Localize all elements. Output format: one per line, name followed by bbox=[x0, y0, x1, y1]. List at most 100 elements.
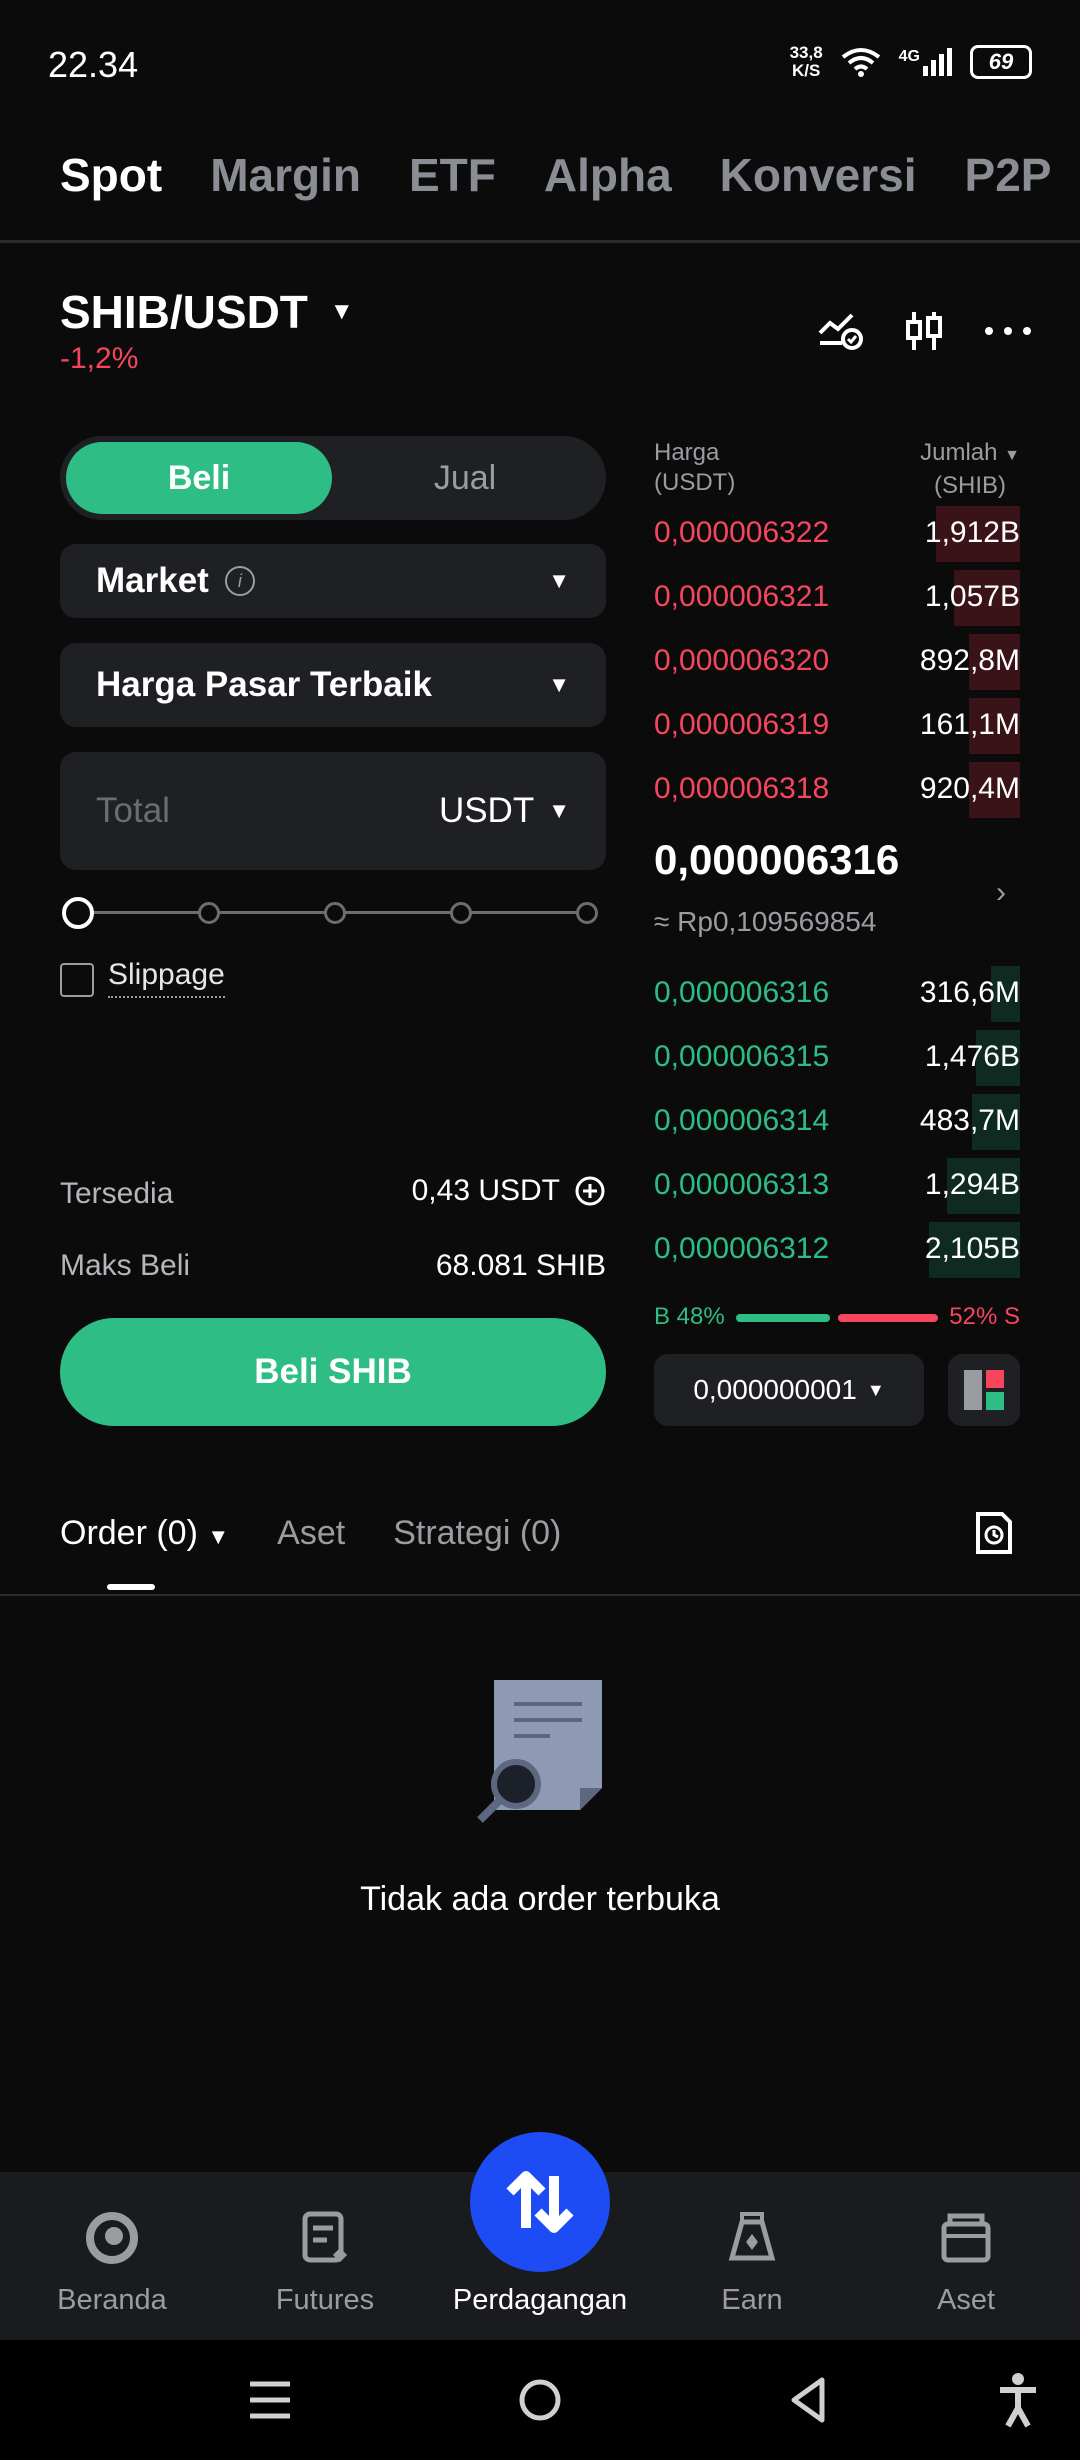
bid-row[interactable]: 0,000006316 316,6M bbox=[654, 966, 1020, 1022]
ask-row[interactable]: 0,000006322 1,912B bbox=[654, 506, 1020, 562]
bid-row[interactable]: 0,000006314 483,7M bbox=[654, 1094, 1020, 1150]
slider-step-100[interactable] bbox=[576, 902, 598, 924]
price-mode-label: Harga Pasar Terbaik bbox=[96, 665, 432, 704]
signal-indicator: 4G bbox=[899, 48, 952, 76]
wallet-icon bbox=[941, 2213, 991, 2263]
slider-step-25[interactable] bbox=[198, 902, 220, 924]
pair-name: SHIB/USDT bbox=[60, 286, 308, 338]
back-icon[interactable] bbox=[788, 2376, 828, 2424]
available-label: Tersedia bbox=[60, 1177, 174, 1210]
battery-icon: 69 bbox=[970, 45, 1032, 79]
status-time: 22.34 bbox=[48, 44, 139, 85]
earn-icon bbox=[728, 2212, 776, 2261]
tick-size-select[interactable]: 0,000000001 ▼ bbox=[654, 1354, 924, 1426]
bid-row[interactable]: 0,000006312 2,105B bbox=[654, 1222, 1020, 1278]
bid-row[interactable]: 0,000006315 1,476B bbox=[654, 1030, 1020, 1086]
add-circle-icon[interactable] bbox=[574, 1175, 606, 1207]
menu-icon[interactable] bbox=[248, 2378, 292, 2422]
accessibility-icon[interactable] bbox=[996, 2372, 1040, 2428]
bid-row[interactable]: 0,000006313 1,294B bbox=[654, 1158, 1020, 1214]
chevron-right-icon[interactable]: › bbox=[996, 876, 1006, 910]
empty-state-message: Tidak ada order terbuka bbox=[360, 1880, 720, 1918]
tab-margin[interactable]: Margin bbox=[210, 148, 361, 202]
total-placeholder: Total bbox=[96, 791, 170, 830]
active-tab-indicator bbox=[107, 1584, 155, 1590]
ask-row[interactable]: 0,000006320 892,8M bbox=[654, 634, 1020, 690]
chevron-down-icon: ▼ bbox=[207, 1524, 230, 1549]
max-buy-label: Maks Beli bbox=[60, 1249, 191, 1282]
last-price-fiat: ≈ Rp0,109569854 bbox=[654, 906, 877, 937]
order-type-label: Market bbox=[96, 561, 209, 600]
header-actions bbox=[818, 310, 1032, 352]
tabs-divider bbox=[0, 1594, 1080, 1596]
network-type: 4G bbox=[898, 48, 920, 65]
empty-document-icon bbox=[477, 1680, 602, 1823]
sell-ratio-bar bbox=[838, 1314, 938, 1322]
slippage-checkbox[interactable] bbox=[60, 963, 94, 997]
last-price: 0,000006316 bbox=[654, 836, 900, 883]
order-history-icon[interactable] bbox=[974, 1510, 1014, 1556]
swap-arrows-icon bbox=[506, 2171, 574, 2233]
max-buy-value: 68.081 SHIB bbox=[435, 1249, 606, 1282]
pair-selector[interactable]: SHIB/USDT ▼ bbox=[60, 285, 354, 339]
tab-konversi[interactable]: Konversi bbox=[720, 148, 917, 202]
order-type-select[interactable]: Market i ▼ bbox=[60, 544, 606, 618]
order-tabs: Order (0) ▼ Aset Strategi (0) bbox=[60, 1514, 561, 1553]
tab-alpha[interactable]: Alpha bbox=[544, 148, 672, 202]
wifi-icon bbox=[841, 48, 880, 77]
trade-button[interactable] bbox=[470, 2132, 610, 2272]
tab-assets[interactable]: Aset bbox=[277, 1514, 345, 1553]
slider-step-75[interactable] bbox=[450, 902, 472, 924]
tab-etf[interactable]: ETF bbox=[409, 148, 496, 202]
tab-spot[interactable]: Spot bbox=[60, 148, 162, 202]
price-column-header: Harga (USDT) bbox=[654, 439, 736, 496]
amount-column-header[interactable]: Jumlah ▼ (SHIB) bbox=[920, 438, 1020, 501]
chevron-down-icon: ▼ bbox=[329, 298, 354, 325]
tab-p2p[interactable]: P2P bbox=[965, 148, 1052, 202]
chevron-down-icon: ▼ bbox=[548, 672, 570, 697]
nav-futures[interactable]: Futures bbox=[235, 2210, 415, 2317]
chevron-down-icon: ▼ bbox=[866, 1379, 885, 1400]
header-divider bbox=[0, 240, 1080, 243]
buy-shib-button[interactable]: Beli SHIB bbox=[60, 1318, 606, 1426]
status-icons: 33,8 K/S 4G 69 bbox=[790, 44, 1032, 80]
amount-slider-thumb[interactable] bbox=[62, 897, 94, 929]
orderbook-layout-button[interactable] bbox=[948, 1354, 1020, 1426]
slider-step-50[interactable] bbox=[324, 902, 346, 924]
system-navigation-bar bbox=[0, 2340, 1080, 2460]
chevron-down-icon: ▼ bbox=[548, 798, 570, 823]
layout-icon bbox=[964, 1370, 1004, 1410]
total-input[interactable]: Total USDT ▼ bbox=[60, 752, 606, 870]
ask-row[interactable]: 0,000006319 161,1M bbox=[654, 698, 1020, 754]
tab-strategies[interactable]: Strategi (0) bbox=[393, 1514, 561, 1553]
total-currency: USDT bbox=[438, 791, 535, 830]
available-value: 0,43 USDT bbox=[411, 1174, 560, 1207]
buy-ratio-label: B 48% bbox=[654, 1303, 725, 1330]
sell-ratio-label: 52% S bbox=[949, 1303, 1020, 1330]
tab-orders[interactable]: Order (0) ▼ bbox=[60, 1514, 229, 1553]
nav-assets[interactable]: Aset bbox=[876, 2210, 1056, 2317]
candlestick-chart-icon[interactable] bbox=[904, 310, 944, 352]
network-speed: 33,8 K/S bbox=[789, 43, 823, 80]
chevron-down-icon: ▼ bbox=[1004, 447, 1020, 464]
home-icon bbox=[86, 2212, 138, 2264]
sell-tab[interactable]: Jual bbox=[340, 442, 590, 514]
ask-row[interactable]: 0,000006321 1,057B bbox=[654, 570, 1020, 626]
tick-size: 0,000000001 bbox=[693, 1374, 857, 1405]
total-currency-select[interactable]: USDT ▼ bbox=[439, 791, 570, 831]
more-icon[interactable] bbox=[984, 326, 1032, 336]
price-alert-icon[interactable] bbox=[818, 311, 864, 351]
price-mode-select[interactable]: Harga Pasar Terbaik ▼ bbox=[60, 643, 606, 727]
nav-trade[interactable]: Perdagangan bbox=[450, 2284, 630, 2317]
info-icon[interactable]: i bbox=[224, 566, 255, 596]
nav-earn[interactable]: Earn bbox=[662, 2210, 842, 2317]
pair-change: -1,2% bbox=[60, 342, 139, 375]
buy-ratio-bar bbox=[736, 1314, 830, 1322]
nav-home[interactable]: Beranda bbox=[22, 2210, 202, 2317]
ask-row[interactable]: 0,000006318 920,4M bbox=[654, 762, 1020, 818]
market-tabs: Spot Margin ETF Alpha Konversi P2P bbox=[60, 148, 1051, 202]
home-circle-icon[interactable] bbox=[518, 2378, 562, 2422]
buy-tab[interactable]: Beli bbox=[66, 442, 332, 514]
slippage-label[interactable]: Slippage bbox=[108, 958, 225, 998]
chevron-down-icon: ▼ bbox=[548, 568, 570, 593]
